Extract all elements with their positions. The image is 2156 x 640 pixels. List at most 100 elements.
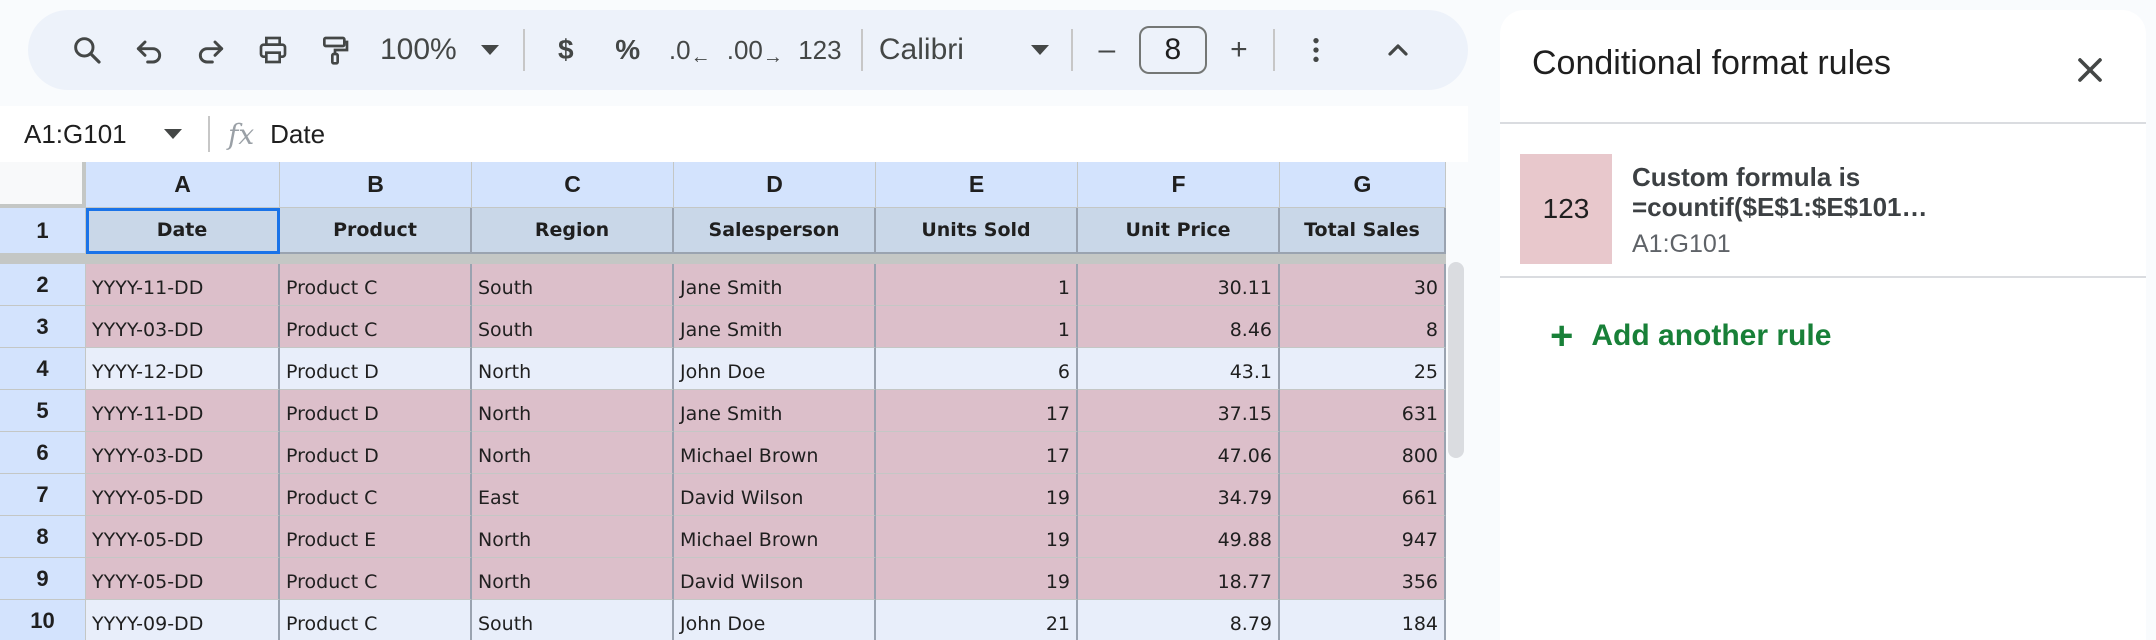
table-cell[interactable]: 18.77	[1078, 558, 1280, 600]
header-cell[interactable]: Units Sold	[876, 208, 1078, 254]
decrease-decimal-button[interactable]: .0 ←	[665, 22, 715, 78]
row-header[interactable]: 3	[0, 306, 86, 348]
table-cell[interactable]: South	[472, 264, 674, 306]
table-cell[interactable]: 8.79	[1078, 600, 1280, 640]
close-panel-button[interactable]	[2070, 50, 2110, 90]
column-header-f[interactable]: F	[1078, 162, 1280, 208]
table-cell[interactable]: 1	[876, 306, 1078, 348]
redo-button[interactable]	[186, 22, 236, 78]
column-header-g[interactable]: G	[1280, 162, 1446, 208]
table-cell[interactable]: Product C	[280, 558, 472, 600]
column-header-c[interactable]: C	[472, 162, 674, 208]
search-button[interactable]	[62, 22, 112, 78]
table-cell[interactable]: 49.88	[1078, 516, 1280, 558]
table-cell[interactable]: YYYY-03-DD	[86, 432, 280, 474]
row-header[interactable]: 7	[0, 474, 86, 516]
undo-button[interactable]	[124, 22, 174, 78]
table-cell[interactable]: YYYY-11-DD	[86, 264, 280, 306]
row-header[interactable]: 5	[0, 390, 86, 432]
column-header-b[interactable]: B	[280, 162, 472, 208]
table-cell[interactable]: David Wilson	[674, 558, 876, 600]
increase-decimal-button[interactable]: .00 →	[727, 22, 783, 78]
table-cell[interactable]: 30	[1280, 264, 1446, 306]
table-cell[interactable]: Jane Smith	[674, 390, 876, 432]
table-cell[interactable]: 6	[876, 348, 1078, 390]
table-cell[interactable]: 631	[1280, 390, 1446, 432]
table-cell[interactable]: North	[472, 348, 674, 390]
row-header[interactable]: 9	[0, 558, 86, 600]
header-cell[interactable]: Date	[86, 208, 280, 254]
table-cell[interactable]: 17	[876, 390, 1078, 432]
table-cell[interactable]: 19	[876, 558, 1078, 600]
table-cell[interactable]: 43.1	[1078, 348, 1280, 390]
table-cell[interactable]: Product D	[280, 432, 472, 474]
table-cell[interactable]: Michael Brown	[674, 432, 876, 474]
table-cell[interactable]: North	[472, 432, 674, 474]
table-cell[interactable]: John Doe	[674, 348, 876, 390]
zoom-dropdown[interactable]: 100%	[380, 33, 499, 67]
row-header[interactable]: 6	[0, 432, 86, 474]
table-cell[interactable]: 1	[876, 264, 1078, 306]
table-cell[interactable]: Product D	[280, 348, 472, 390]
column-header-e[interactable]: E	[876, 162, 1078, 208]
table-cell[interactable]: Product C	[280, 600, 472, 640]
table-cell[interactable]: 19	[876, 516, 1078, 558]
add-another-rule-button[interactable]: + Add another rule	[1550, 316, 1831, 356]
paint-format-button[interactable]	[310, 22, 360, 78]
row-header[interactable]: 2	[0, 264, 86, 306]
row-header[interactable]: 8	[0, 516, 86, 558]
table-cell[interactable]: 47.06	[1078, 432, 1280, 474]
table-cell[interactable]: 947	[1280, 516, 1446, 558]
table-cell[interactable]: YYYY-03-DD	[86, 306, 280, 348]
table-cell[interactable]: 8.46	[1078, 306, 1280, 348]
table-cell[interactable]: YYYY-05-DD	[86, 474, 280, 516]
table-cell[interactable]: 8	[1280, 306, 1446, 348]
column-header-a[interactable]: A	[86, 162, 280, 208]
name-box[interactable]: A1:G101	[0, 119, 200, 150]
table-cell[interactable]: Product C	[280, 306, 472, 348]
table-cell[interactable]: 800	[1280, 432, 1446, 474]
table-cell[interactable]: North	[472, 516, 674, 558]
table-cell[interactable]: 17	[876, 432, 1078, 474]
table-cell[interactable]: 25	[1280, 348, 1446, 390]
format-percent-button[interactable]: %	[603, 22, 653, 78]
table-cell[interactable]: 30.11	[1078, 264, 1280, 306]
table-cell[interactable]: 21	[876, 600, 1078, 640]
header-cell[interactable]: Region	[472, 208, 674, 254]
font-size-input[interactable]: 8	[1138, 26, 1207, 74]
row-header[interactable]: 4	[0, 348, 86, 390]
print-button[interactable]	[248, 22, 298, 78]
table-cell[interactable]: 19	[876, 474, 1078, 516]
format-currency-button[interactable]: $	[541, 22, 591, 78]
table-cell[interactable]: YYYY-12-DD	[86, 348, 280, 390]
table-cell[interactable]: Jane Smith	[674, 264, 876, 306]
table-cell[interactable]: Michael Brown	[674, 516, 876, 558]
table-cell[interactable]: YYYY-11-DD	[86, 390, 280, 432]
vertical-scrollbar[interactable]	[1448, 262, 1464, 458]
increase-font-size-button[interactable]: +	[1221, 22, 1257, 78]
row-header[interactable]: 10	[0, 600, 86, 640]
select-all-corner[interactable]	[0, 162, 86, 208]
header-cell[interactable]: Unit Price	[1078, 208, 1280, 254]
table-cell[interactable]: North	[472, 558, 674, 600]
table-cell[interactable]: YYYY-09-DD	[86, 600, 280, 640]
decrease-font-size-button[interactable]: –	[1089, 22, 1125, 78]
table-cell[interactable]: South	[472, 600, 674, 640]
row-header[interactable]: 1	[0, 208, 86, 254]
table-cell[interactable]: 356	[1280, 558, 1446, 600]
header-cell[interactable]: Salesperson	[674, 208, 876, 254]
table-cell[interactable]: South	[472, 306, 674, 348]
table-cell[interactable]: 37.15	[1078, 390, 1280, 432]
table-cell[interactable]: East	[472, 474, 674, 516]
table-cell[interactable]: Jane Smith	[674, 306, 876, 348]
table-cell[interactable]: Product E	[280, 516, 472, 558]
header-cell[interactable]: Product	[280, 208, 472, 254]
table-cell[interactable]: YYYY-05-DD	[86, 516, 280, 558]
more-formats-button[interactable]: 123	[795, 22, 845, 78]
hide-menus-button[interactable]	[1373, 22, 1423, 78]
font-dropdown[interactable]: Calibri	[879, 33, 1049, 67]
conditional-rule-item[interactable]: 123 Custom formula is =countif($E$1:$E$1…	[1500, 134, 2146, 286]
formula-input[interactable]: Date	[270, 106, 1468, 162]
table-cell[interactable]: YYYY-05-DD	[86, 558, 280, 600]
table-cell[interactable]: Product D	[280, 390, 472, 432]
